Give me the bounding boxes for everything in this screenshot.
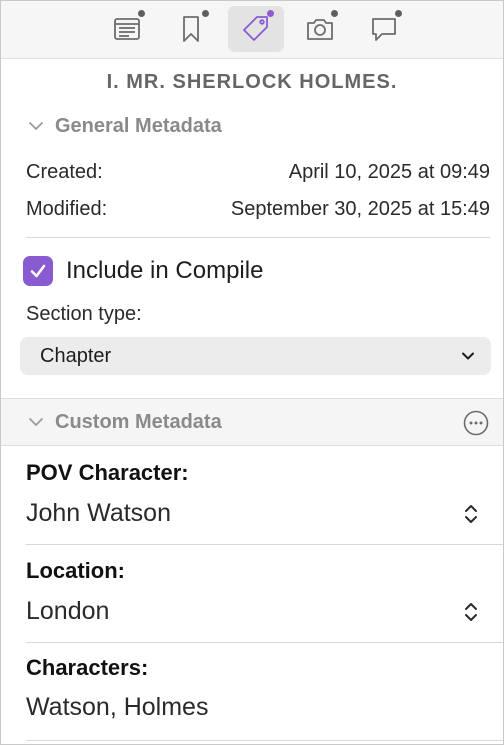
- updown-chevron-icon: [465, 602, 477, 621]
- created-row: Created: April 10, 2025 at 09:49: [26, 161, 490, 184]
- characters-field[interactable]: Watson, Holmes: [26, 693, 481, 722]
- snapshots-indicator-dot: [331, 10, 338, 17]
- snapshots-tab-button[interactable]: [292, 6, 348, 52]
- location-popup[interactable]: London: [26, 597, 481, 626]
- document-title: I. MR. SHERLOCK HOLMES.: [106, 71, 398, 93]
- section-type-label: Section type:: [26, 303, 142, 325]
- inspector-toolbar: [1, 1, 503, 59]
- pov-character-popup[interactable]: John Watson: [26, 499, 481, 528]
- include-in-compile-label: Include in Compile: [66, 257, 264, 284]
- bookmarks-tab-button[interactable]: [163, 6, 219, 52]
- chevron-down-icon: [29, 122, 43, 130]
- comments-tab-button[interactable]: [356, 6, 412, 52]
- characters-value: Watson, Holmes: [26, 693, 209, 721]
- general-metadata-header[interactable]: General Metadata: [1, 103, 503, 149]
- synopsis-indicator-dot: [138, 10, 145, 17]
- metadata-indicator-dot: [267, 10, 274, 17]
- location-value: London: [26, 597, 110, 625]
- general-divider: [26, 237, 490, 238]
- updown-chevron-icon: [465, 504, 477, 523]
- include-in-compile-row[interactable]: Include in Compile: [23, 256, 263, 286]
- chevron-down-icon: [462, 352, 474, 360]
- chevron-down-icon: [29, 418, 43, 426]
- field-divider: [26, 544, 503, 545]
- field-divider: [26, 642, 503, 643]
- section-type-select[interactable]: Chapter: [20, 337, 491, 375]
- general-metadata-title: General Metadata: [55, 114, 222, 137]
- camera-icon: [307, 19, 333, 40]
- custom-metadata-header[interactable]: Custom Metadata: [1, 398, 503, 446]
- pov-character-label: POV Character:: [26, 460, 189, 485]
- bookmarks-indicator-dot: [202, 10, 209, 17]
- modified-value: September 30, 2025 at 15:49: [230, 198, 490, 220]
- include-in-compile-checkbox[interactable]: [23, 256, 53, 286]
- more-options-icon[interactable]: [463, 410, 489, 436]
- comments-indicator-dot: [395, 10, 402, 17]
- section-type-value: Chapter: [40, 344, 112, 367]
- created-label: Created:: [26, 161, 103, 183]
- comment-icon: [372, 18, 396, 41]
- location-label: Location:: [26, 558, 125, 583]
- pov-character-value: John Watson: [26, 499, 171, 527]
- tag-icon: [243, 16, 268, 41]
- bookmark-icon: [183, 16, 199, 42]
- inspector-panel: I. MR. SHERLOCK HOLMES. General Metadata…: [0, 0, 504, 745]
- synopsis-icon: [114, 18, 140, 40]
- custom-metadata-title: Custom Metadata: [55, 410, 222, 433]
- created-value: April 10, 2025 at 09:49: [288, 161, 490, 183]
- modified-row: Modified: September 30, 2025 at 15:49: [26, 198, 490, 221]
- characters-label: Characters:: [26, 655, 149, 680]
- synopsis-tab-button[interactable]: [99, 6, 155, 52]
- checkmark-icon: [30, 264, 46, 278]
- field-divider: [26, 740, 503, 741]
- metadata-tab-button[interactable]: [228, 6, 284, 52]
- modified-label: Modified:: [26, 198, 108, 220]
